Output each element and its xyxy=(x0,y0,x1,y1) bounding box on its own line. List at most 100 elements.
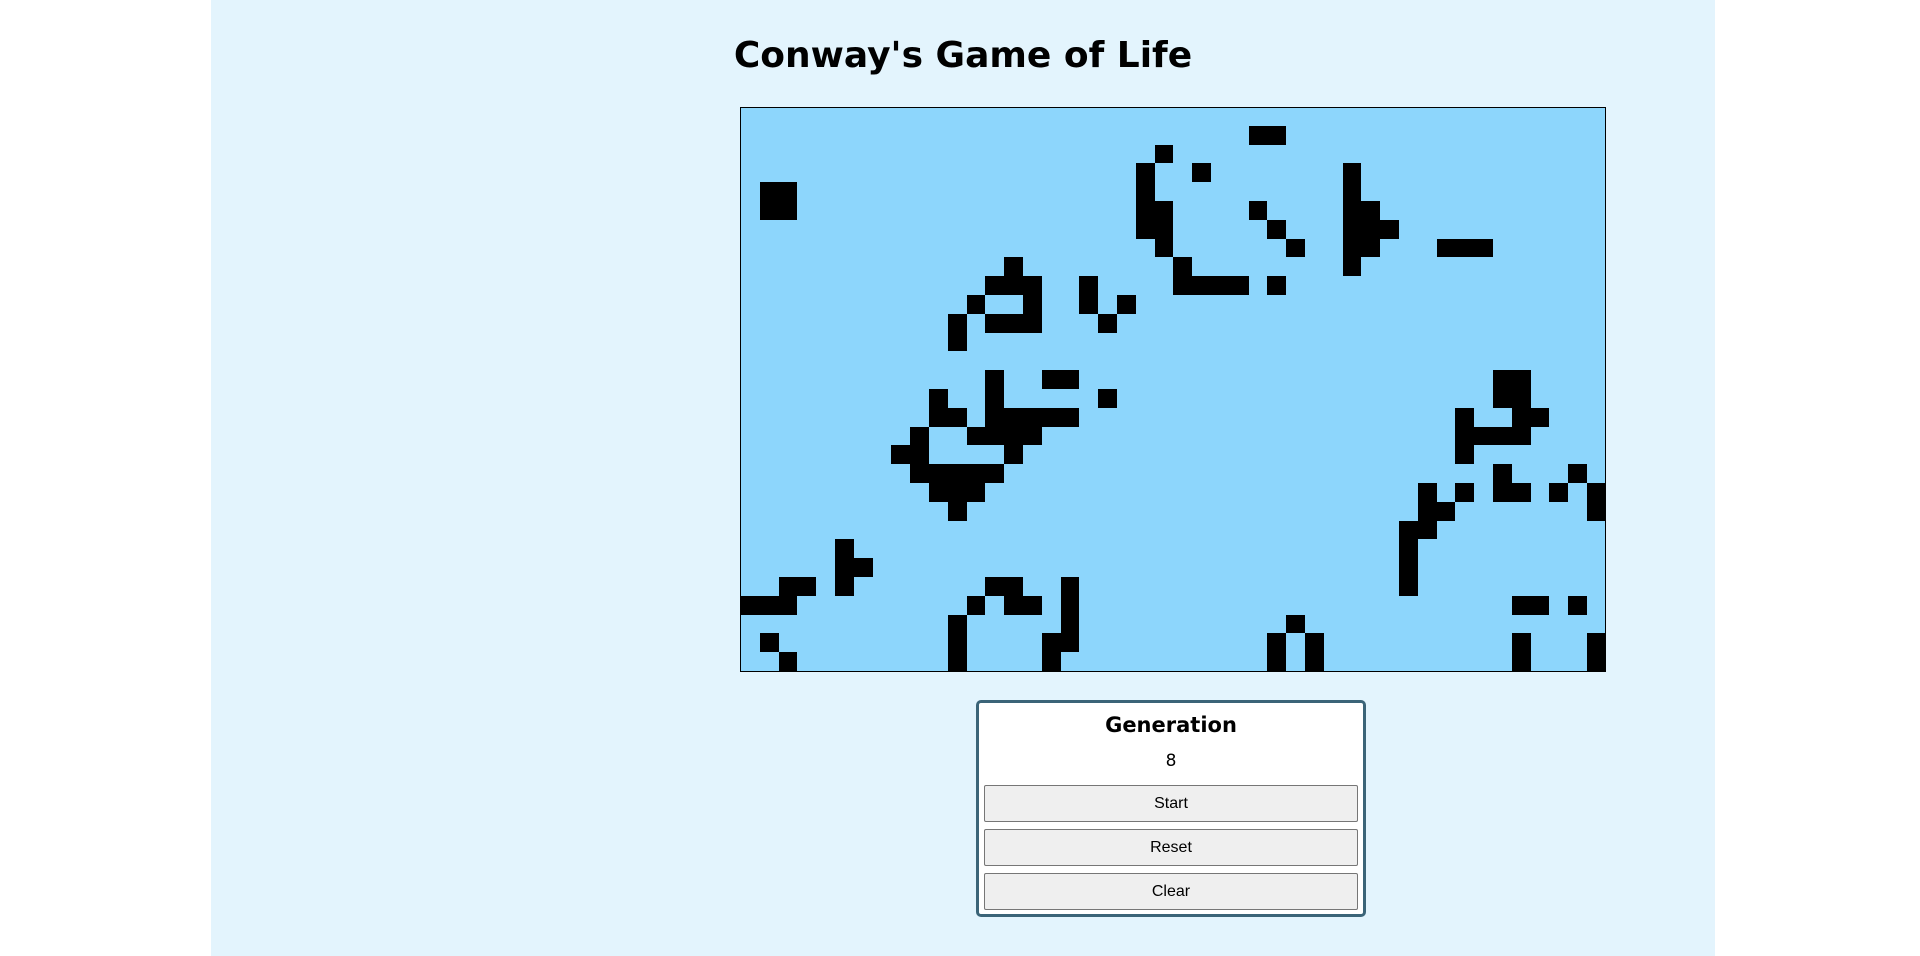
live-cell[interactable] xyxy=(1286,615,1305,633)
live-cell[interactable] xyxy=(1155,201,1173,220)
live-cell[interactable] xyxy=(797,577,816,596)
live-cell[interactable] xyxy=(985,314,1004,333)
live-cell[interactable] xyxy=(1136,182,1155,201)
live-cell[interactable] xyxy=(1549,483,1568,502)
live-cell[interactable] xyxy=(1004,408,1023,427)
live-cell[interactable] xyxy=(1343,201,1361,220)
live-cell[interactable] xyxy=(760,182,779,201)
live-cell[interactable] xyxy=(1004,276,1023,295)
live-cell[interactable] xyxy=(910,464,929,483)
live-cell[interactable] xyxy=(1361,239,1380,257)
live-cell[interactable] xyxy=(1004,445,1023,464)
game-board[interactable] xyxy=(740,107,1606,672)
live-cell[interactable] xyxy=(1343,257,1361,276)
live-cell[interactable] xyxy=(948,483,967,502)
live-cell[interactable] xyxy=(1399,558,1418,577)
live-cell[interactable] xyxy=(1343,220,1361,239)
live-cell[interactable] xyxy=(1493,464,1512,483)
live-cell[interactable] xyxy=(967,596,985,615)
live-cell[interactable] xyxy=(985,464,1004,483)
live-cell[interactable] xyxy=(1155,145,1173,163)
live-cell[interactable] xyxy=(985,427,1004,445)
live-cell[interactable] xyxy=(1155,239,1173,257)
live-cell[interactable] xyxy=(1531,596,1549,615)
live-cell[interactable] xyxy=(854,558,873,577)
live-cell[interactable] xyxy=(1061,370,1079,389)
live-cell[interactable] xyxy=(985,370,1004,389)
live-cell[interactable] xyxy=(1399,539,1418,558)
live-cell[interactable] xyxy=(985,276,1004,295)
live-cell[interactable] xyxy=(967,427,985,445)
live-cell[interactable] xyxy=(948,408,967,427)
live-cell[interactable] xyxy=(1361,220,1380,239)
live-cell[interactable] xyxy=(1173,276,1192,295)
live-cell[interactable] xyxy=(835,558,854,577)
live-cell[interactable] xyxy=(985,389,1004,408)
live-cell[interactable] xyxy=(835,577,854,596)
live-cell[interactable] xyxy=(948,314,967,333)
live-cell[interactable] xyxy=(1437,239,1455,257)
live-cell[interactable] xyxy=(948,652,967,671)
live-cell[interactable] xyxy=(929,483,948,502)
live-cell[interactable] xyxy=(1061,596,1079,615)
live-cell[interactable] xyxy=(779,182,797,201)
live-cell[interactable] xyxy=(1023,314,1042,333)
live-cell[interactable] xyxy=(985,577,1004,596)
live-cell[interactable] xyxy=(760,633,779,652)
live-cell[interactable] xyxy=(985,408,1004,427)
live-cell[interactable] xyxy=(1267,633,1286,652)
live-cell[interactable] xyxy=(1211,276,1230,295)
live-cell[interactable] xyxy=(1004,257,1023,276)
live-cell[interactable] xyxy=(967,464,985,483)
live-cell[interactable] xyxy=(1173,257,1192,276)
live-cell[interactable] xyxy=(1455,427,1474,445)
game-grid[interactable] xyxy=(741,108,1606,672)
live-cell[interactable] xyxy=(1493,389,1512,408)
live-cell[interactable] xyxy=(1061,577,1079,596)
live-cell[interactable] xyxy=(1361,201,1380,220)
live-cell[interactable] xyxy=(1343,182,1361,201)
live-cell[interactable] xyxy=(1286,239,1305,257)
live-cell[interactable] xyxy=(1061,615,1079,633)
reset-button[interactable]: Reset xyxy=(984,829,1358,866)
live-cell[interactable] xyxy=(1042,408,1061,427)
live-cell[interactable] xyxy=(1455,239,1474,257)
start-button[interactable]: Start xyxy=(984,785,1358,822)
live-cell[interactable] xyxy=(1042,652,1061,671)
live-cell[interactable] xyxy=(1418,521,1437,539)
live-cell[interactable] xyxy=(1474,427,1493,445)
live-cell[interactable] xyxy=(948,615,967,633)
live-cell[interactable] xyxy=(1493,370,1512,389)
live-cell[interactable] xyxy=(1512,652,1531,671)
live-cell[interactable] xyxy=(1587,483,1606,502)
live-cell[interactable] xyxy=(1493,483,1512,502)
live-cell[interactable] xyxy=(835,539,854,558)
live-cell[interactable] xyxy=(1061,408,1079,427)
live-cell[interactable] xyxy=(1305,652,1324,671)
live-cell[interactable] xyxy=(760,201,779,220)
live-cell[interactable] xyxy=(1136,220,1155,239)
live-cell[interactable] xyxy=(1512,389,1531,408)
live-cell[interactable] xyxy=(1249,201,1267,220)
live-cell[interactable] xyxy=(1267,126,1286,145)
live-cell[interactable] xyxy=(1155,220,1173,239)
live-cell[interactable] xyxy=(1455,408,1474,427)
live-cell[interactable] xyxy=(948,502,967,521)
live-cell[interactable] xyxy=(1587,502,1606,521)
live-cell[interactable] xyxy=(1512,596,1531,615)
live-cell[interactable] xyxy=(910,427,929,445)
live-cell[interactable] xyxy=(779,596,797,615)
live-cell[interactable] xyxy=(1512,483,1531,502)
live-cell[interactable] xyxy=(1343,239,1361,257)
live-cell[interactable] xyxy=(1418,502,1437,521)
live-cell[interactable] xyxy=(1455,483,1474,502)
live-cell[interactable] xyxy=(1079,276,1098,295)
live-cell[interactable] xyxy=(1004,596,1023,615)
live-cell[interactable] xyxy=(1343,163,1361,182)
live-cell[interactable] xyxy=(1098,314,1117,333)
live-cell[interactable] xyxy=(1568,464,1587,483)
live-cell[interactable] xyxy=(779,201,797,220)
live-cell[interactable] xyxy=(1399,577,1418,596)
live-cell[interactable] xyxy=(1042,633,1061,652)
live-cell[interactable] xyxy=(1023,295,1042,314)
